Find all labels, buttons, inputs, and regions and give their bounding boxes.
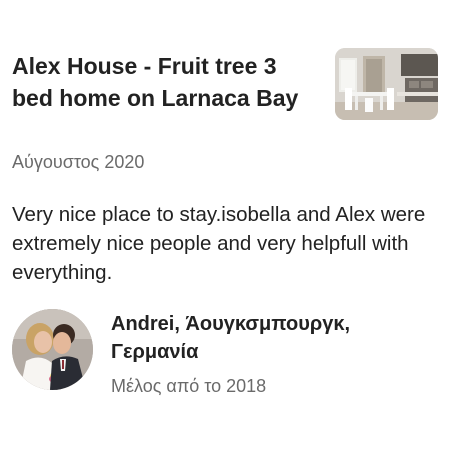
listing-interior-photo bbox=[335, 48, 438, 120]
reviewer-avatar[interactable] bbox=[12, 309, 93, 390]
reviewer-name: Andrei, Άουγκσμπουργκ, Γερμανία bbox=[111, 313, 351, 363]
stay-date: Αύγουστος 2020 bbox=[12, 152, 145, 172]
review-card: Alex House - Fruit tree 3 bed home on La… bbox=[0, 0, 450, 450]
reviewer-avatar-photo bbox=[12, 309, 93, 390]
review-text: Very nice place to stay.isobella and Ale… bbox=[12, 203, 426, 284]
listing-thumbnail[interactable] bbox=[335, 48, 438, 120]
member-since: Μέλος από το 2018 bbox=[111, 376, 267, 396]
listing-title[interactable]: Alex House - Fruit tree 3 bed home on La… bbox=[12, 50, 322, 114]
